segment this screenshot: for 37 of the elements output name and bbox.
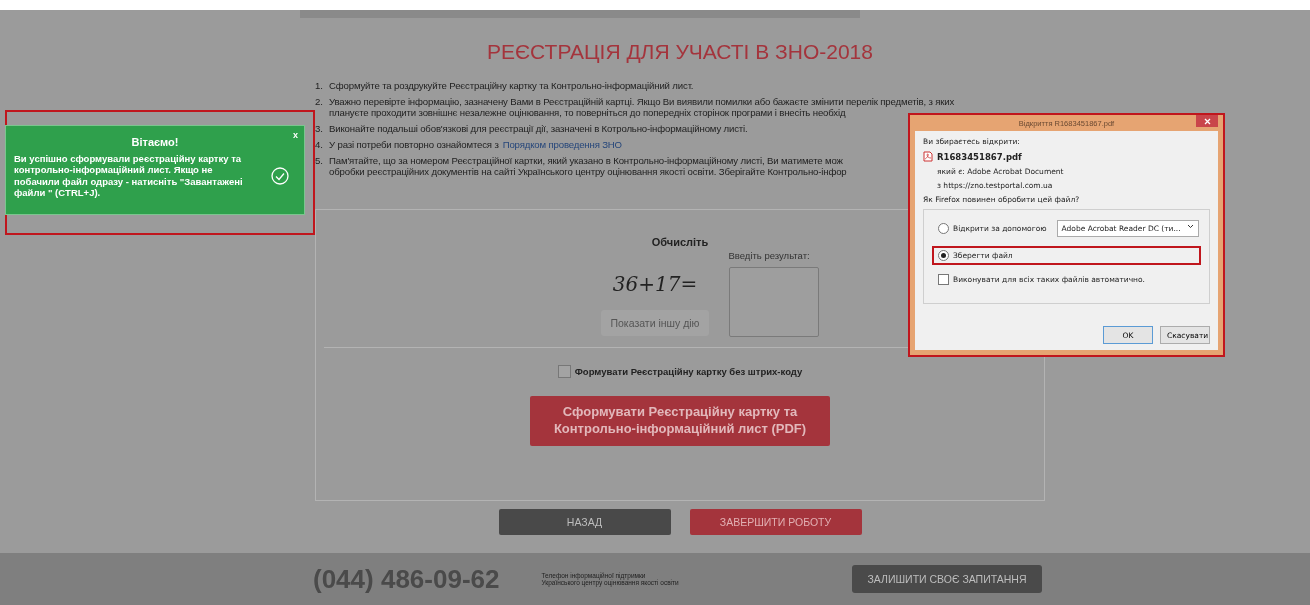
step-text: У разі потреби повторно ознайомтеся з xyxy=(329,139,499,150)
checkbox-label: Формувати Реєстраційну картку без штрих-коду xyxy=(574,366,803,377)
step-text: обробки реєстраційних документів на сайті Українського центру оцінювання якості освіти. Зберігайте Контрольно-інфор xyxy=(329,166,847,177)
ask-question-button[interactable]: ЗАЛИШИТИ СВОЄ ЗАПИТАННЯ xyxy=(852,565,1042,593)
close-button[interactable] xyxy=(1196,115,1218,127)
step-number: 2. xyxy=(315,96,324,109)
toast-message: Ви успішно сформували реєстраційну картку та контрольно-інформаційний лист. Якщо не побачили файл одразу - натисніть "Завантажені файли " (CTRL+J). xyxy=(14,153,244,199)
chevron-down-icon xyxy=(1186,224,1194,229)
step-text: Пам'ятайте, що за номером Реєстраційної картки, який указано в Контрольно-інформаційному листі, Ви матимете мож xyxy=(329,155,844,166)
checkbox[interactable] xyxy=(557,365,571,378)
radio-button[interactable] xyxy=(938,223,949,234)
refresh-captcha-button[interactable]: Показати іншу дію xyxy=(601,310,709,336)
checkbox[interactable] xyxy=(938,274,949,285)
step-text: Сформуйте та роздрукуйте Реєстраційну картку та Контрольно-інформаційний лист. xyxy=(329,80,694,91)
toast-title: Вітаємо! xyxy=(130,136,180,148)
page-title: РЕЄСТРАЦІЯ ДЛЯ УЧАСТІ В ЗНО-2018 xyxy=(486,40,874,64)
pdf-file-icon xyxy=(923,151,933,162)
generate-pdf-button[interactable]: Сформувати Реєстраційну картку та Контрольно-інформаційний лист (PDF) xyxy=(530,396,830,446)
step-number: 5. xyxy=(315,155,324,168)
rules-link[interactable]: Порядком проведення ЗНО xyxy=(502,139,622,150)
finish-button[interactable]: ЗАВЕРШИТИ РОБОТУ xyxy=(689,509,862,535)
step-number: 1. xyxy=(315,80,324,91)
file-name: R1683451867.pdf xyxy=(937,151,1022,162)
captcha-expression: 36+17= xyxy=(612,272,698,296)
step-number: 4. xyxy=(315,139,324,150)
check-circle-icon xyxy=(271,166,289,185)
captcha-heading: Обчисліть xyxy=(651,236,709,248)
back-button[interactable]: НАЗАД xyxy=(498,509,671,535)
result-label: Введіть результат: xyxy=(728,250,811,261)
step-number: 3. xyxy=(315,123,324,134)
result-field[interactable] xyxy=(728,267,819,337)
close-icon xyxy=(1203,117,1211,125)
close-button[interactable]: x xyxy=(293,130,298,140)
step-text: Виконайте подальші обов'язкові для реєстрації дії, зазначені в Котрольно-інформаційному листі. xyxy=(329,123,748,134)
radio-button[interactable] xyxy=(938,250,949,261)
step-text: плануєте проходити зовнішнє незалежне оцінювання, то поверніться до попередніх сторінок програми і внесіть необхід xyxy=(329,107,847,118)
step-text: Уважно перевірте інформацію, зазначену Вами в Реєстраційній картці. Якщо Ви виявили помилки або бажаєте змінити перелік предметів, з яких xyxy=(329,96,955,107)
